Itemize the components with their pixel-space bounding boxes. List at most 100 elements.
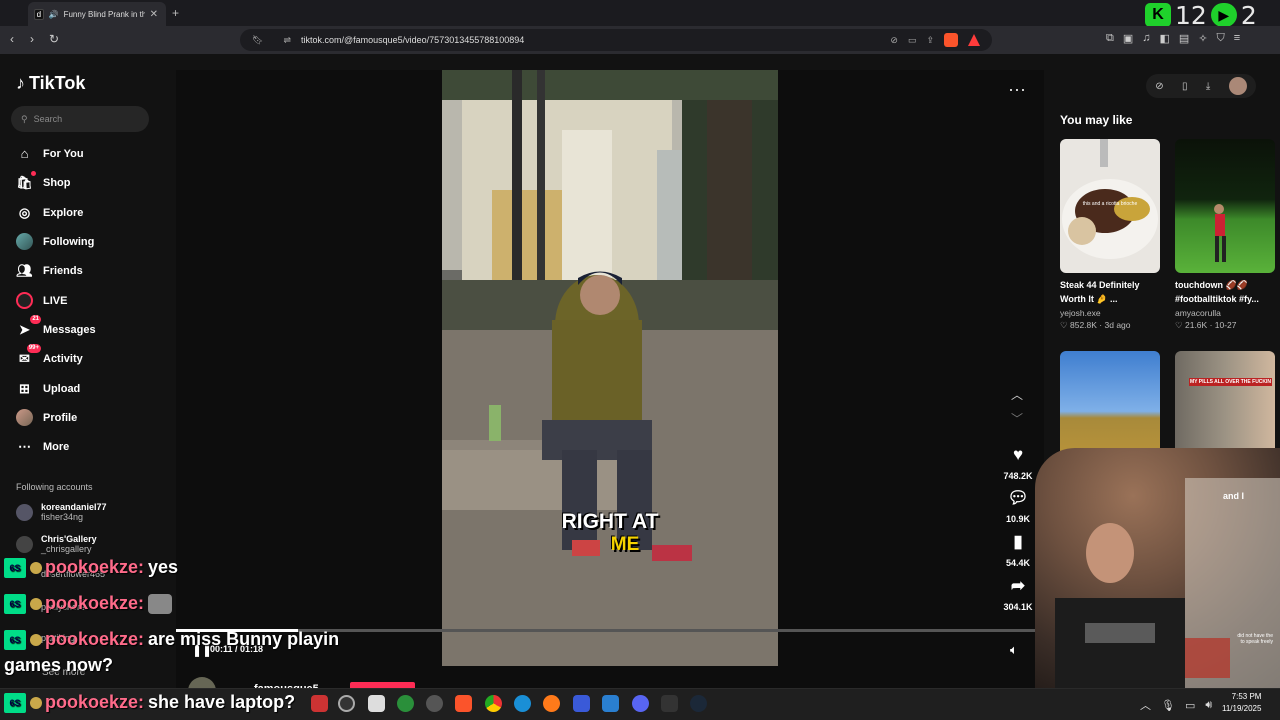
recommendation-card[interactable]: this and a ricotta brioche Steak 44 Defi…	[1060, 139, 1160, 331]
chrome-icon[interactable]	[485, 695, 502, 712]
chat-username: pookoekze:	[45, 629, 145, 649]
address-bar[interactable]: 🔖︎ ⇌ tiktok.com/@famousque5/video/757301…	[240, 29, 992, 51]
sidebar-item-label: Following	[43, 235, 95, 248]
bookmark-icon[interactable]: 🔖︎	[252, 35, 263, 46]
reload-icon[interactable]: ↻	[49, 32, 59, 46]
steam-icon[interactable]	[690, 695, 707, 712]
app-icon[interactable]	[397, 695, 414, 712]
avatar	[16, 503, 33, 521]
taskbar-clock[interactable]: 7:53 PM 11/19/2025	[1222, 691, 1261, 715]
sidebar-item-profile[interactable]: Profile	[16, 409, 77, 426]
messages-icon: ➤ 21	[19, 315, 41, 337]
volume-tray-icon[interactable]: 🔊︎	[1205, 699, 1212, 712]
sub-badge-icon: 6S	[4, 593, 26, 614]
device-icon[interactable]: ▯	[1182, 81, 1188, 92]
app-icon[interactable]	[573, 695, 590, 712]
extensions-icon[interactable]: ⧉	[1106, 32, 1114, 45]
following-accounts-header: Following accounts	[16, 482, 93, 492]
sidebar-item-activity[interactable]: ✉︎ 99+ Activity	[16, 344, 83, 367]
heart-outline-icon: ♡	[1060, 320, 1070, 330]
chevron-up-icon[interactable]: ︿	[1140, 697, 1151, 713]
mute-icon[interactable]: ⊘	[890, 35, 898, 46]
site-info-icon[interactable]: ⇌	[283, 35, 291, 46]
coin-badge-icon	[30, 597, 42, 610]
brave-shield-icon[interactable]	[944, 33, 958, 47]
edge-icon[interactable]	[514, 695, 531, 712]
wallet2-icon[interactable]: ▤	[1179, 32, 1189, 45]
chat-username: pookoekze:	[45, 692, 145, 712]
webcam-caption: did not have the to speak freely	[1237, 633, 1273, 645]
account-handle: fisher34ng	[41, 512, 84, 522]
download-icon[interactable]: ⤓	[1206, 81, 1210, 92]
sidebar-item-label: Activity	[43, 352, 83, 365]
share-icon[interactable]: ⇪	[926, 35, 934, 46]
video-player[interactable]: RIGHT AT ME	[442, 70, 778, 666]
sidebar-item-for-you[interactable]: ⌂ For You	[16, 145, 84, 162]
next-video-icon[interactable]: ﹀	[1011, 410, 1023, 427]
sidebar-item-more[interactable]: ⋯ More	[16, 438, 69, 455]
app-icon[interactable]	[368, 695, 385, 712]
ai-icon[interactable]: ✧	[1198, 32, 1207, 45]
vpn-icon[interactable]: ⛉	[1217, 32, 1225, 45]
sidebar-item-following[interactable]: Following	[16, 233, 94, 250]
card-title: Steak 44 Definitely Worth It 🤌 ...	[1060, 280, 1140, 304]
menu-icon[interactable]: ≡	[1234, 32, 1240, 45]
network-icon[interactable]: ▭	[1185, 699, 1195, 712]
forward-icon[interactable]: ›	[30, 32, 34, 46]
save-button[interactable]: ▮ 54.4K	[998, 530, 1038, 568]
previous-video-icon[interactable]: ︿	[1011, 386, 1023, 403]
close-tab-icon[interactable]: ✕	[150, 9, 158, 20]
cast-icon[interactable]: ▭	[908, 35, 917, 46]
system-tray: ︿ 🎙︎ ▭ 🔊︎	[1140, 690, 1212, 720]
brave-icon[interactable]	[455, 695, 472, 712]
card-meta: ♡ 21.6K · 10-27	[1175, 320, 1237, 330]
user-avatar[interactable]	[1228, 77, 1247, 95]
comment-button[interactable]: 💬︎ 10.9K	[998, 486, 1038, 524]
discord-icon[interactable]	[632, 695, 649, 712]
sidebar-item-friends[interactable]: 👥︎ Friends	[16, 262, 83, 279]
browser-nav-bar: ‹ › ↻ 🔖︎ ⇌ tiktok.com/@famousque5/video/…	[0, 26, 1280, 54]
new-tab-button[interactable]: +	[172, 6, 179, 20]
url-text[interactable]: tiktok.com/@famousque5/video/75730134557…	[301, 35, 524, 45]
sidebar-item-upload[interactable]: ⊞ Upload	[16, 380, 80, 397]
sidebar-icon[interactable]: ◧	[1160, 32, 1170, 45]
home-icon: ⌂	[20, 146, 29, 161]
following-account[interactable]: koreandaniel77 fisher34ng	[16, 502, 107, 522]
vscode-icon[interactable]	[602, 695, 619, 712]
card-user: amyacorulla	[1175, 308, 1221, 318]
wallet-icon[interactable]: ▣	[1123, 32, 1133, 45]
recommendation-card[interactable]: touchdown 🏈🏈 #footballtiktok #fy... amya…	[1175, 139, 1275, 331]
sub-badge-icon: 6S	[4, 629, 26, 650]
search-input[interactable]: ⚲ Search	[11, 106, 149, 132]
like-button[interactable]: ♥ 748.2K	[998, 443, 1038, 481]
more-icon: ⋯	[18, 438, 31, 454]
mic-icon[interactable]: 🎙︎	[1161, 699, 1175, 712]
firefox-icon[interactable]	[543, 695, 560, 712]
volume-icon[interactable]: 🔈︎	[1010, 642, 1018, 658]
coins-icon[interactable]: ⊘	[1155, 81, 1163, 92]
sidebar-item-shop[interactable]: 🛍︎ Shop	[16, 171, 71, 191]
app-icon[interactable]	[311, 695, 328, 712]
app-icon[interactable]	[426, 695, 443, 712]
card-user: yejosh.exe	[1060, 308, 1101, 318]
browser-tab[interactable]: d 🔊 Funny Blind Prank in the Hoo ✕	[28, 2, 166, 26]
sidebar-item-explore[interactable]: ◎ Explore	[16, 204, 84, 221]
sidebar-item-messages[interactable]: ➤ 21 Messages	[16, 315, 96, 338]
obs-icon[interactable]	[338, 695, 355, 712]
share-button[interactable]: ➦ 304.1K	[998, 574, 1038, 612]
cat-emote-icon	[148, 593, 173, 614]
kick-logo-icon: K	[1145, 3, 1171, 27]
sidebar-item-live[interactable]: LIVE	[16, 292, 67, 309]
chat-text: yes	[148, 557, 179, 577]
more-options-icon[interactable]: ⋯	[1008, 80, 1027, 101]
app-icon[interactable]	[661, 695, 678, 712]
stream-badges: K 12 ▶ 2	[1145, 1, 1257, 30]
back-icon[interactable]: ‹	[10, 32, 14, 46]
following-account[interactable]: Chris'Gallery _chrisgallery	[16, 534, 97, 554]
tiktok-logo[interactable]: ♪ TikTok	[16, 73, 85, 94]
thumbnail-overlay-text: this and a ricotta brioche	[1082, 201, 1138, 207]
speaker-icon: 🔊	[48, 9, 59, 19]
video-frame	[442, 70, 778, 666]
brave-rewards-icon[interactable]	[968, 34, 980, 46]
music-icon[interactable]: ♫	[1142, 32, 1150, 45]
